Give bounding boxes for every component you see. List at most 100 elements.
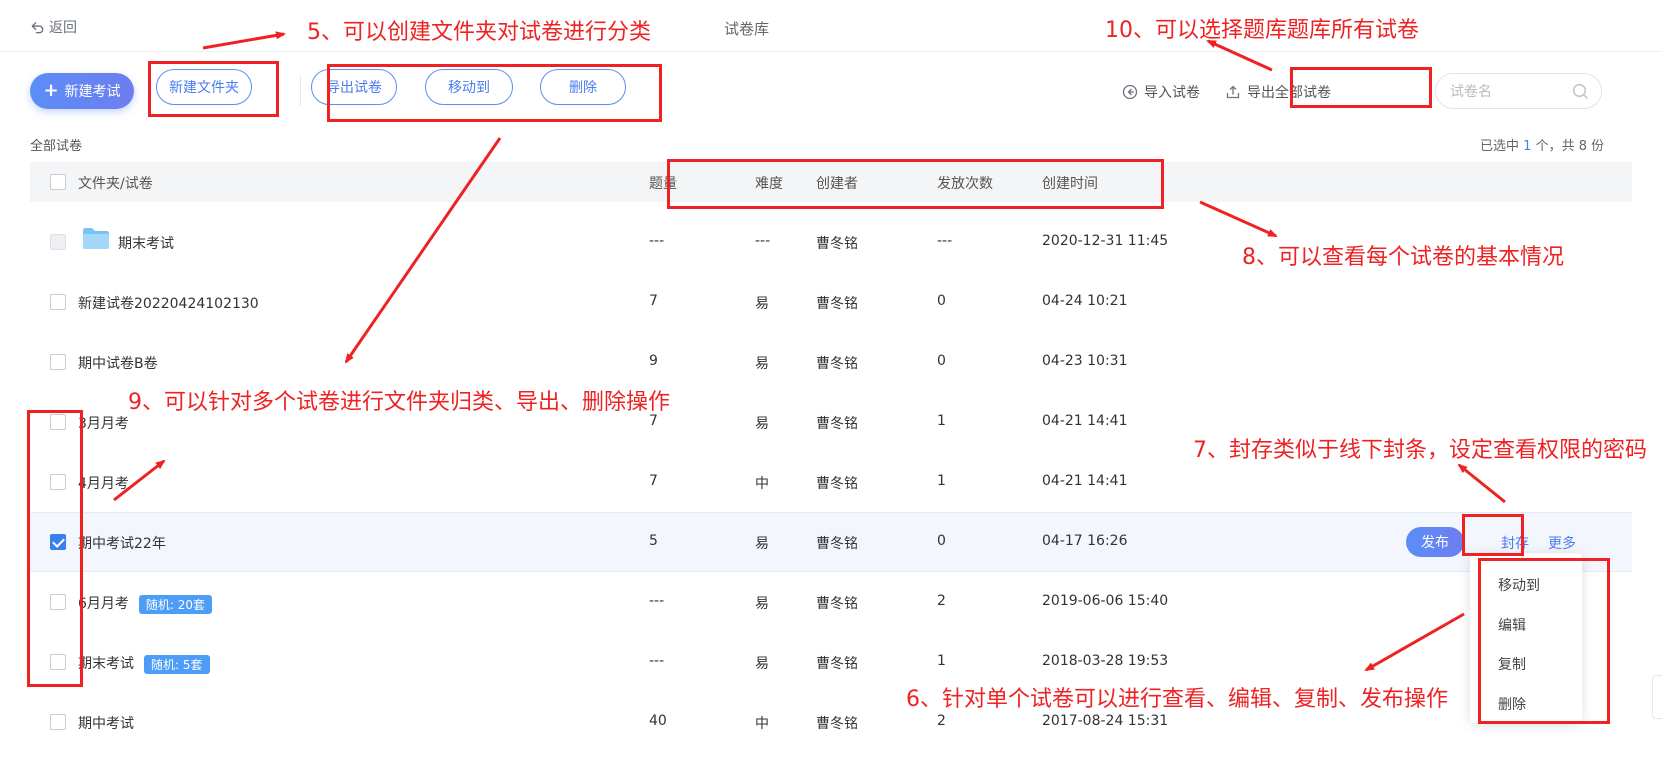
release-times: 0 [937, 293, 946, 309]
question-count: 9 [649, 353, 658, 369]
random-tag: 随机: 5套 [144, 654, 210, 674]
difficulty: 易 [755, 296, 769, 312]
annotation-8: 8、可以查看每个试卷的基本情况 [1242, 245, 1564, 270]
question-count: 7 [649, 293, 658, 309]
annotation-9: 9、可以针对多个试卷进行文件夹归类、导出、删除操作 [128, 390, 670, 415]
paper-name: 期中考试 [78, 716, 134, 732]
col-name: 文件夹/试卷 [78, 176, 153, 192]
annotation-10: 10、可以选择题库题库所有试卷 [1105, 18, 1419, 43]
difficulty: 易 [755, 416, 769, 432]
summary-suffix: 份 [1591, 139, 1605, 154]
table-row[interactable]: 6月月考 随机: 20套 --- 易 曹冬铭 2 2019-06-06 15:40 [30, 572, 1632, 632]
summary-mid: 个，共 [1535, 139, 1575, 154]
release-times: 2 [937, 593, 946, 609]
more-link[interactable]: 更多 [1548, 533, 1576, 553]
difficulty: --- [755, 233, 771, 249]
created-time: 2017-08-24 15:31 [1042, 713, 1169, 729]
row-checkbox[interactable] [50, 714, 66, 730]
release-times: 1 [937, 473, 946, 489]
release-times: --- [937, 233, 953, 249]
question-count: --- [649, 233, 665, 249]
search-input[interactable] [1450, 82, 1570, 102]
summary-prefix: 已选中 [1480, 139, 1520, 154]
creator: 曹冬铭 [816, 656, 858, 672]
random-tag: 随机: 20套 [138, 594, 213, 614]
difficulty: 易 [755, 356, 769, 372]
paper-name: 期中试卷B卷 [78, 356, 158, 372]
paper-name: 期中考试22年 [78, 536, 166, 552]
creator: 曹冬铭 [816, 716, 858, 732]
new-exam-button[interactable]: + 新建考试 [30, 73, 134, 109]
paper-name-cell: 6月月考 随机: 20套 [78, 593, 213, 614]
created-time: 04-21 14:41 [1042, 413, 1128, 429]
row-checkbox [50, 234, 66, 250]
row-checkbox[interactable] [50, 294, 66, 310]
question-count: 5 [649, 533, 658, 549]
back-arrow-icon [31, 21, 44, 33]
difficulty: 易 [755, 656, 769, 672]
release-times: 0 [937, 533, 946, 549]
created-time: 04-21 14:41 [1042, 473, 1128, 489]
annotation-6: 6、针对单个试卷可以进行查看、编辑、复制、发布操作 [906, 687, 1448, 712]
highlight-box-seal [1462, 514, 1524, 556]
creator: 曹冬铭 [816, 356, 858, 372]
plus-icon: + [43, 80, 59, 101]
table-row[interactable]: 新建试卷20220424102130 7 易 曹冬铭 0 04-24 10:21 [30, 272, 1632, 332]
creator: 曹冬铭 [816, 476, 858, 492]
difficulty: 易 [755, 596, 769, 612]
back-button[interactable]: 返回 [30, 17, 77, 37]
release-times: 1 [937, 413, 946, 429]
table-row[interactable]: 期中试卷B卷 9 易 曹冬铭 0 04-23 10:31 [30, 332, 1632, 392]
creator: 曹冬铭 [816, 536, 858, 552]
release-times: 0 [937, 353, 946, 369]
exam-library-page: 返回 试卷库 + 新建考试 新建文件夹 导出试卷 移动到 删除 导入试卷 导出全… [0, 0, 1662, 766]
table-row-selected[interactable]: 期中考试22年 5 易 曹冬铭 0 04-17 16:26 发布 封存 更多 [30, 512, 1632, 572]
paper-name: 6月月考 [78, 596, 129, 612]
annotation-5: 5、可以创建文件夹对试卷进行分类 [307, 20, 651, 45]
paper-name: 3月月考 [78, 416, 129, 432]
highlight-box-more-menu [1478, 558, 1610, 724]
highlight-box-checkboxes [27, 410, 83, 687]
paper-name: 期末考试 [78, 656, 134, 672]
highlight-box-new-folder [148, 61, 279, 117]
breadcrumb: 全部试卷 [30, 139, 83, 154]
folder-icon [83, 228, 109, 249]
total-count: 8 [1578, 139, 1588, 154]
paper-name: 新建试卷20220424102130 [78, 296, 259, 312]
release-times: 2 [937, 713, 946, 729]
highlight-box-batch-actions [327, 64, 662, 122]
paper-name-cell: 期末考试 随机: 5套 [78, 653, 210, 674]
question-count: --- [649, 593, 665, 609]
back-label: 返回 [49, 20, 77, 36]
side-float-tab[interactable] [1652, 675, 1662, 719]
select-all-checkbox[interactable] [50, 174, 66, 190]
created-time: 2019-06-06 15:40 [1042, 593, 1169, 609]
import-icon [1122, 84, 1138, 100]
publish-button[interactable]: 发布 [1406, 527, 1464, 557]
question-count: --- [649, 653, 665, 669]
difficulty: 中 [755, 716, 769, 732]
new-exam-label: 新建考试 [64, 84, 121, 100]
creator: 曹冬铭 [816, 416, 858, 432]
difficulty: 易 [755, 536, 769, 552]
page-title: 试卷库 [724, 20, 770, 38]
creator: 曹冬铭 [816, 296, 858, 312]
selection-summary: 已选中 1 个，共 8 份 [1480, 135, 1604, 154]
highlight-box-export-all [1290, 67, 1432, 108]
highlight-box-columns [667, 159, 1164, 209]
question-count: 40 [649, 713, 667, 729]
import-papers-button[interactable]: 导入试卷 [1122, 82, 1200, 102]
created-time: 04-23 10:31 [1042, 353, 1128, 369]
toolbar-divider [300, 76, 301, 106]
import-papers-label: 导入试卷 [1144, 85, 1200, 101]
creator: 曹冬铭 [816, 596, 858, 612]
annotation-7: 7、封存类似于线下封条，设定查看权限的密码 [1193, 438, 1647, 463]
selected-count: 1 [1523, 139, 1532, 154]
search-icon[interactable] [1572, 83, 1589, 100]
created-time: 04-24 10:21 [1042, 293, 1128, 309]
row-checkbox[interactable] [50, 354, 66, 370]
paper-name: 4月月考 [78, 476, 129, 492]
paper-name: 期末考试 [118, 236, 174, 252]
created-time: 2020-12-31 11:45 [1042, 233, 1169, 249]
search-box [1435, 73, 1602, 109]
